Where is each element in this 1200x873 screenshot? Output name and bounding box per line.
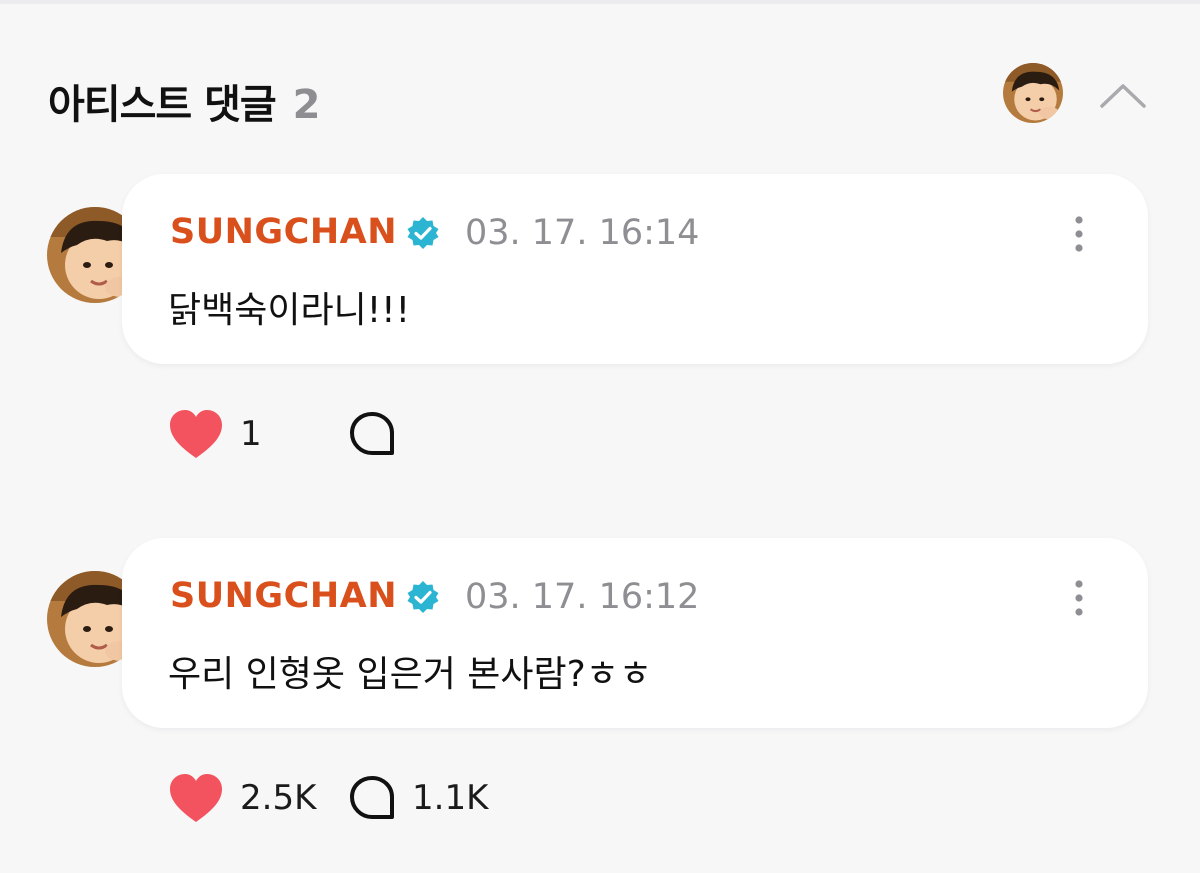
- comment-card[interactable]: SUNGCHAN 03. 17. 16:12 우리 인형옷 입은거 본사람?ㅎㅎ: [122, 538, 1148, 728]
- comment-timestamp: 03. 17. 16:12: [465, 577, 700, 617]
- like-count: 2.5K: [240, 778, 317, 818]
- more-options-button[interactable]: [1064, 578, 1094, 618]
- speech-bubble-icon: [350, 776, 394, 819]
- comment-text: 우리 인형옷 입은거 본사람?ㅎㅎ: [168, 654, 652, 695]
- comment-item: SUNGCHAN 03. 17. 16:12 우리 인형옷 입은거 본사람?ㅎㅎ…: [0, 364, 1200, 822]
- verified-badge-icon: [406, 216, 440, 250]
- comment-text: 닭백숙이라니!!!: [168, 290, 411, 331]
- reply-count: 1.1K: [412, 778, 489, 818]
- reply-button[interactable]: 1.1K: [348, 772, 488, 824]
- verified-badge-icon: [406, 580, 440, 614]
- comment-item: SUNGCHAN 03. 17. 16:14 닭백숙이라니!!! 1: [0, 0, 1200, 458]
- comment-timestamp: 03. 17. 16:14: [465, 213, 700, 253]
- heart-icon: [170, 774, 222, 822]
- more-options-button[interactable]: [1064, 214, 1094, 254]
- comment-card[interactable]: SUNGCHAN 03. 17. 16:14 닭백숙이라니!!!: [122, 174, 1148, 364]
- like-button[interactable]: 2.5K: [168, 772, 316, 824]
- author-name[interactable]: SUNGCHAN: [170, 576, 397, 616]
- more-vertical-icon: [1075, 216, 1083, 252]
- more-vertical-icon: [1075, 580, 1083, 616]
- author-name[interactable]: SUNGCHAN: [170, 212, 397, 252]
